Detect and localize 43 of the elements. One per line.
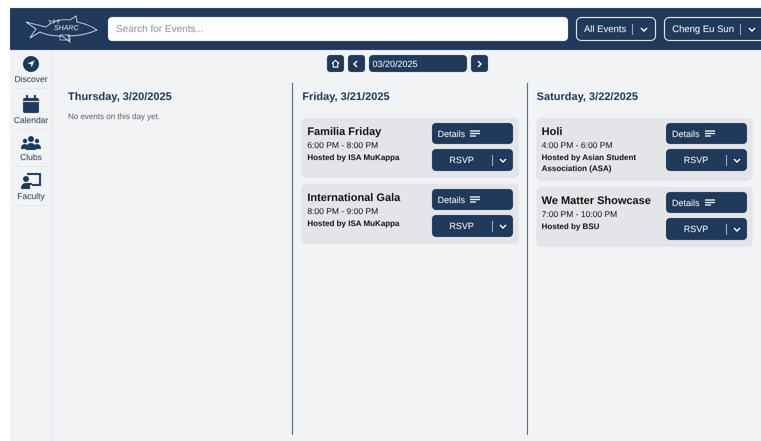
event-time: 8:00 PM - 9:00 PM xyxy=(307,206,380,216)
event-name: Familia Friday xyxy=(307,126,382,138)
previous-day-button[interactable] xyxy=(348,55,364,72)
rsvp-button[interactable]: RSVP xyxy=(666,218,747,240)
home-icon xyxy=(330,59,340,68)
day-heading: Friday, 3/21/2025 xyxy=(302,91,391,103)
sidebar-item[interactable]: Faculty xyxy=(12,167,50,206)
event-name: We Matter Showcase xyxy=(542,195,652,208)
event-time: 7:00 PM - 10:00 PM xyxy=(542,209,618,220)
event-host: Hosted by ISA MuKappa xyxy=(307,218,400,230)
empty-message: No events on this day yet. xyxy=(68,112,162,121)
event-host: Hosted by BSU xyxy=(542,221,600,233)
lines-icon xyxy=(704,199,714,206)
event-time: 4:00 PM - 6:00 PM xyxy=(542,140,614,150)
event-host: Hosted by ISA MuKappa xyxy=(307,152,400,164)
details-button[interactable]: Details xyxy=(666,123,747,144)
event-name: Holi xyxy=(542,126,564,138)
event-name: International Gala xyxy=(307,192,402,204)
search-field[interactable]: Search for Events... xyxy=(108,17,568,41)
group-icon xyxy=(21,136,41,150)
home-button[interactable] xyxy=(326,55,344,72)
date-field[interactable]: 03/20/2025 xyxy=(368,55,466,72)
event-time: 6:00 PM - 8:00 PM xyxy=(307,140,380,150)
sidebar-item[interactable]: Discover xyxy=(12,50,50,89)
lines-icon xyxy=(470,196,480,203)
rsvp-button[interactable]: RSVP xyxy=(666,149,747,171)
day-heading: Thursday, 3/20/2025 xyxy=(68,91,173,103)
rsvp-button[interactable]: RSVP xyxy=(432,215,513,237)
lines-icon xyxy=(470,130,480,137)
event-host: Hosted by Asian Student Association (ASA) xyxy=(542,152,638,174)
user-dropdown[interactable]: Cheng Eu Sun xyxy=(664,17,761,41)
calendar-icon xyxy=(23,95,39,113)
event-filter-dropdown[interactable]: All Events xyxy=(576,17,656,41)
rsvp-button[interactable]: RSVP xyxy=(432,149,513,171)
presenter-icon xyxy=(21,173,41,189)
details-button[interactable]: Details xyxy=(666,192,747,214)
details-button[interactable]: Details xyxy=(432,123,513,144)
lines-icon xyxy=(704,130,714,137)
sidebar-item[interactable]: Calendar xyxy=(12,89,50,130)
next-day-button[interactable] xyxy=(470,55,488,72)
sidebar-item[interactable]: Clubs xyxy=(12,130,50,167)
day-heading: Saturday, 3/22/2025 xyxy=(536,91,639,103)
details-button[interactable]: Details xyxy=(432,189,513,210)
